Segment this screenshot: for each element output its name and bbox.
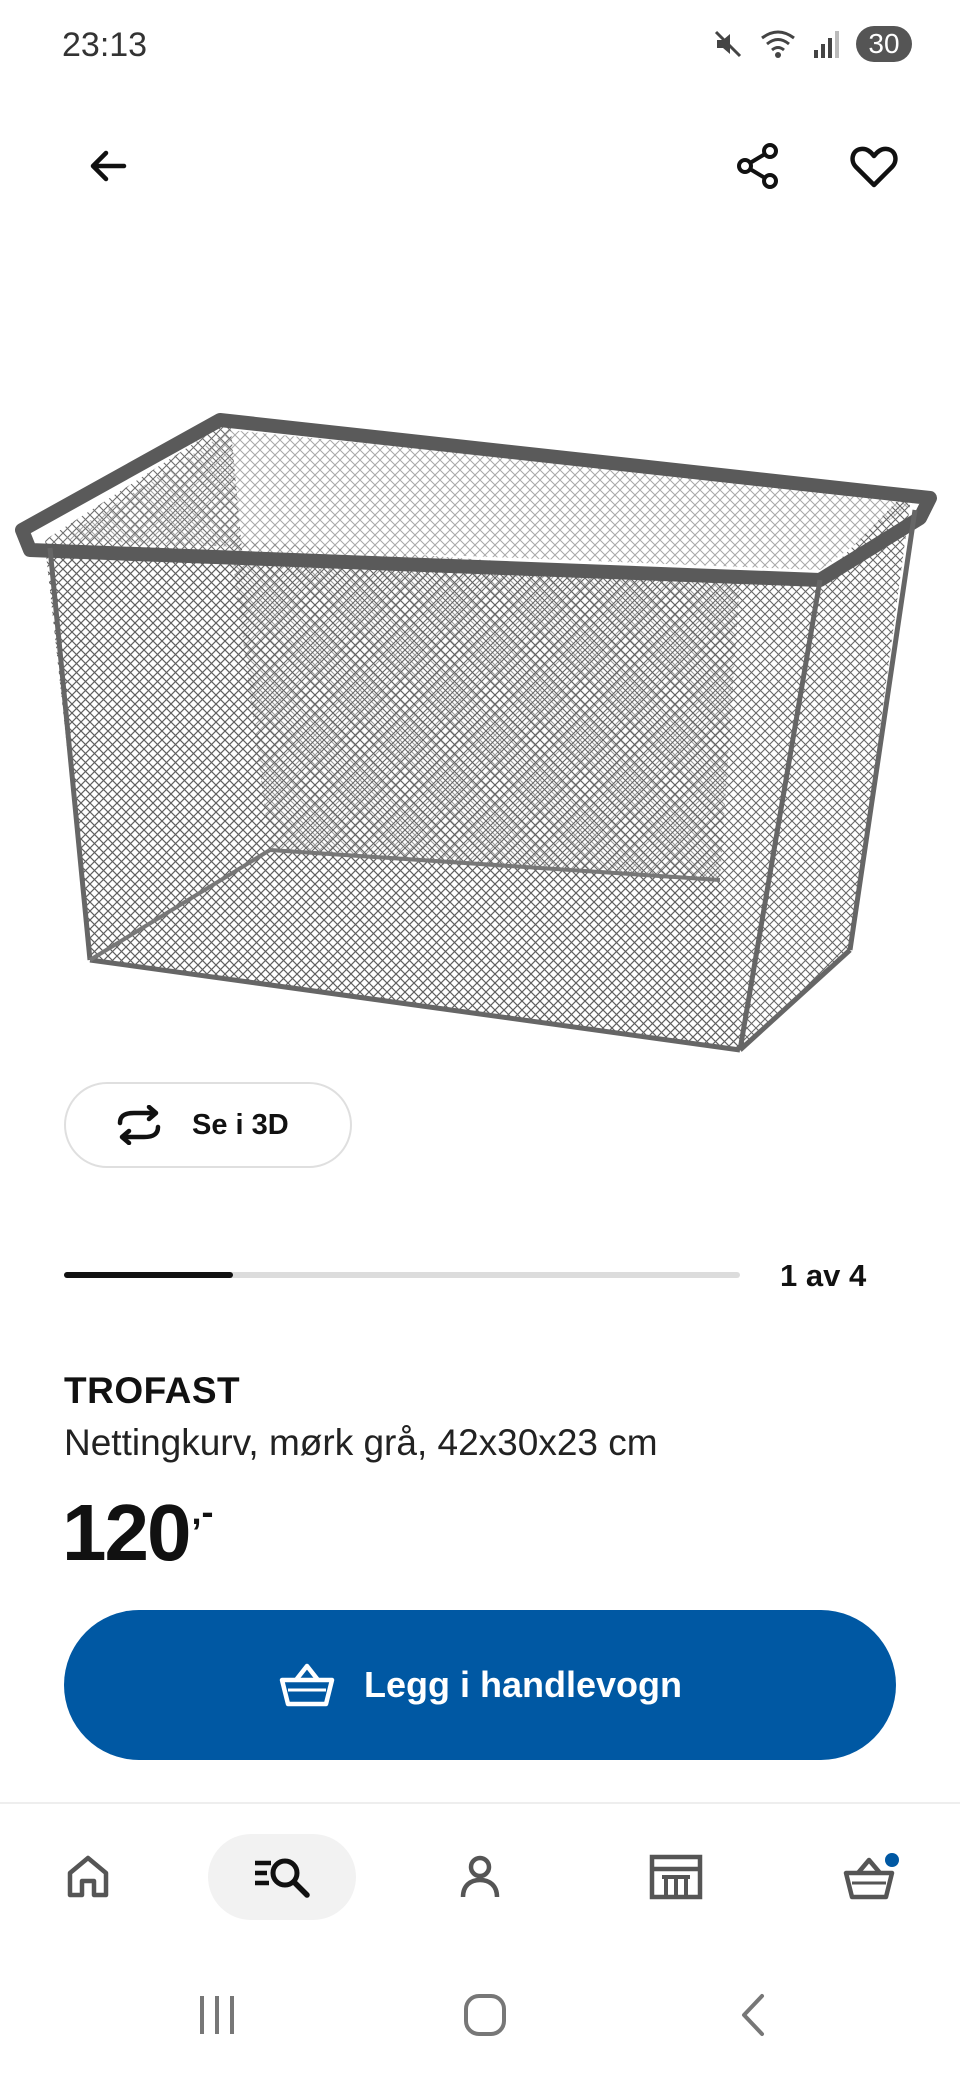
basket-icon	[279, 1663, 335, 1707]
share-button[interactable]	[718, 126, 798, 206]
nav-cart[interactable]	[798, 1834, 946, 1920]
product-description: Nettingkurv, mørk grå, 42x30x23 cm	[64, 1422, 658, 1463]
wifi-icon	[761, 30, 795, 58]
rotate-3d-icon	[117, 1105, 161, 1145]
product-image[interactable]	[0, 380, 960, 1080]
nav-profile[interactable]	[406, 1834, 554, 1920]
gallery-progress-fill	[64, 1272, 233, 1278]
view-in-3d-label: Se i 3D	[192, 1108, 289, 1141]
battery-icon: 30	[856, 26, 912, 62]
status-bar: 23:13 30	[0, 0, 960, 96]
system-navigation	[0, 1960, 960, 2080]
search-list-icon	[255, 1858, 310, 1898]
mute-icon	[714, 30, 742, 58]
add-to-cart-label: Legg i handlevogn	[363, 1664, 682, 1705]
signal-icon	[814, 31, 839, 58]
gallery-counter: 1 av 4	[780, 1258, 867, 1293]
store-icon	[649, 1854, 703, 1900]
cart-icon	[843, 1853, 899, 1900]
price-integer: 120	[62, 1488, 191, 1577]
status-time: 23:13	[62, 26, 148, 64]
chevron-left-icon	[742, 1994, 764, 2036]
heart-icon	[850, 146, 898, 188]
share-icon	[737, 143, 778, 189]
favourite-button[interactable]	[834, 126, 914, 206]
profile-icon	[460, 1855, 500, 1898]
nav-stores[interactable]	[602, 1834, 750, 1920]
recents-icon	[200, 1996, 234, 2034]
bottom-navigation	[0, 1802, 960, 1952]
product-name: TROFAST	[64, 1370, 241, 1411]
status-icons: 30	[712, 26, 912, 62]
nav-home[interactable]	[14, 1834, 162, 1920]
price-suffix: ,-	[191, 1491, 214, 1532]
nav-search[interactable]	[208, 1834, 356, 1920]
home-circle-icon	[464, 1994, 506, 2036]
recents-button[interactable]	[172, 1980, 262, 2050]
home-system-button[interactable]	[440, 1980, 530, 2050]
back-system-button[interactable]	[710, 1980, 800, 2050]
arrow-left-icon	[90, 150, 127, 182]
product-price: 120 ,-	[62, 1488, 213, 1578]
home-icon	[67, 1855, 109, 1898]
back-button[interactable]	[68, 126, 148, 206]
view-in-3d-button[interactable]: Se i 3D	[64, 1082, 352, 1168]
gallery-progress-bar	[64, 1272, 740, 1278]
add-to-cart-button[interactable]: Legg i handlevogn	[64, 1610, 896, 1760]
cart-badge	[885, 1853, 899, 1867]
